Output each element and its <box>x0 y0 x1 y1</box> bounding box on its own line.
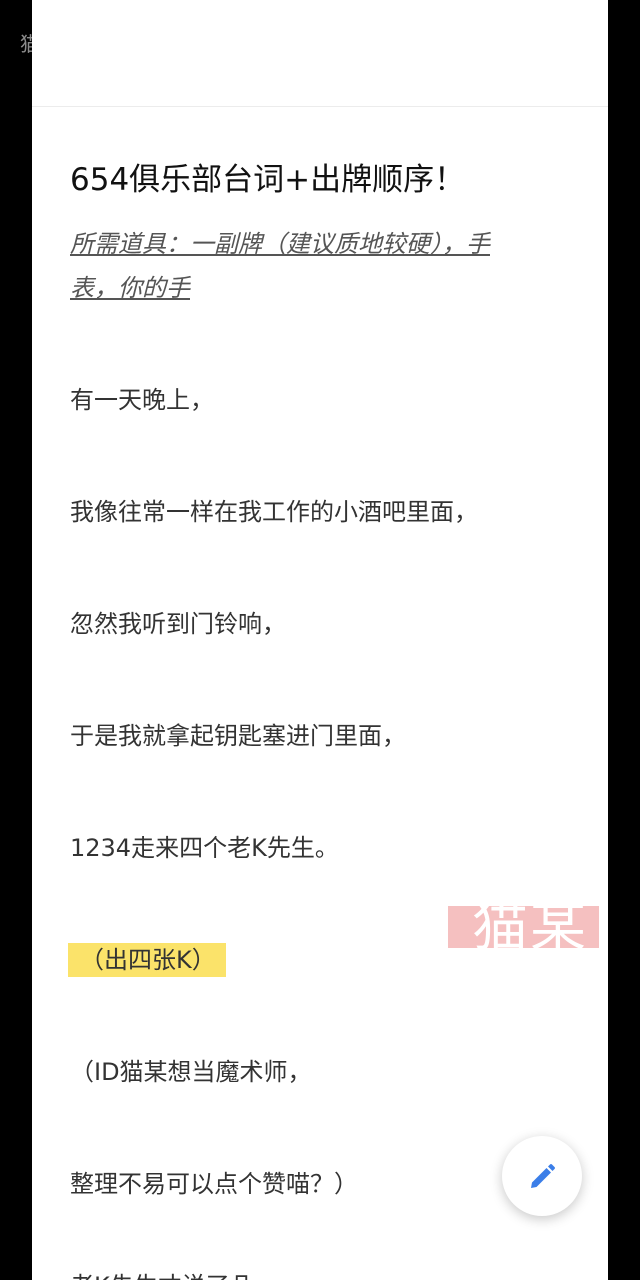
paragraph: 忽然我听到门铃响， <box>70 610 286 638</box>
screen: 猫某想当魔术师 bilibili 654俱乐部台词+出牌顺序！ 所需道具：一副牌（… <box>0 0 640 1280</box>
paragraph: 老K先生才说了几 <box>70 1266 254 1280</box>
paragraph: 有一天晚上， <box>70 386 214 414</box>
paragraph: 整理不易可以点个赞喵？） <box>70 1170 358 1198</box>
name-watermark-text: 猫某 <box>472 895 588 960</box>
bilibili-logo: bilibili <box>169 32 248 56</box>
name-watermark: 猫某 <box>448 895 599 960</box>
video-watermark: 猫某想当魔术师 bilibili <box>20 28 247 57</box>
document-title: 654俱乐部台词+出牌顺序！ <box>70 162 466 198</box>
paragraph: 1234走来四个老K先生。 <box>70 834 339 862</box>
header-divider <box>32 106 608 107</box>
highlighted-paragraph: （出四张K） <box>68 940 226 977</box>
paragraph: 于是我就拿起钥匙塞进门里面， <box>70 722 406 750</box>
edit-button[interactable] <box>502 1136 582 1216</box>
props-text-line-1: 所需道具：一副牌（建议质地较硬），手 <box>70 230 490 258</box>
highlight-mark: （出四张K） <box>68 943 226 977</box>
paragraph: 我像往常一样在我工作的小酒吧里面， <box>70 498 478 526</box>
watermark-text: 猫某想当魔术师 <box>20 32 164 56</box>
paragraph: （ID猫某想当魔术师， <box>70 1058 312 1086</box>
pencil-icon <box>531 1164 555 1188</box>
props-text-line-2: 表，你的手 <box>70 274 190 302</box>
